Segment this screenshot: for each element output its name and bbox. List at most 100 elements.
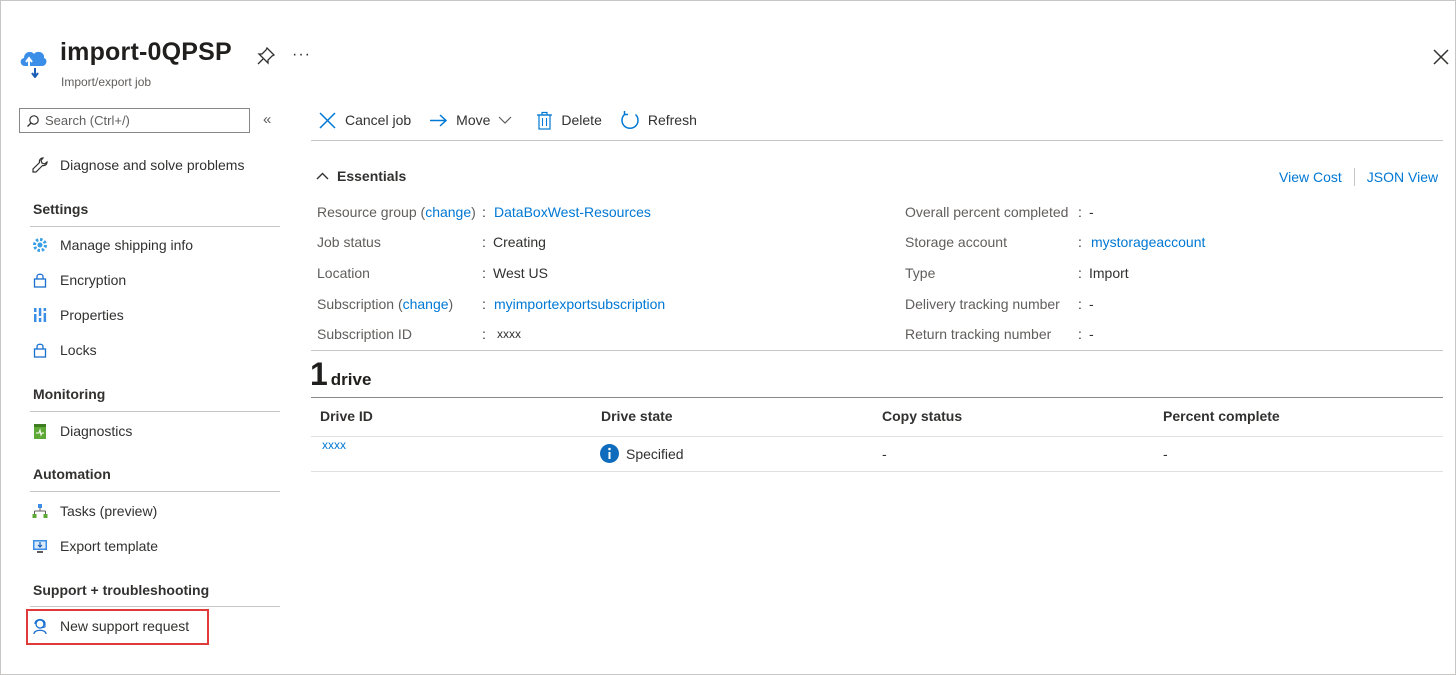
- section-support: Support + troubleshooting: [33, 582, 210, 598]
- trash-icon: [537, 111, 553, 130]
- cancel-job-button[interactable]: Cancel job: [318, 111, 411, 130]
- divider: [311, 140, 1443, 141]
- column-header-drive-id[interactable]: Drive ID: [320, 408, 373, 424]
- divider: [1353, 168, 1355, 186]
- view-cost-link[interactable]: View Cost: [1279, 169, 1342, 185]
- move-label: Move: [456, 112, 491, 128]
- colon: :: [1078, 204, 1082, 220]
- json-view-link[interactable]: JSON View: [1367, 169, 1438, 185]
- resource-group-link[interactable]: DataBoxWest-Resources: [494, 202, 651, 222]
- delete-button[interactable]: Delete: [536, 111, 602, 130]
- sidebar-item-tasks[interactable]: Tasks (preview): [30, 499, 157, 523]
- sidebar-item-diagnose[interactable]: Diagnose and solve problems: [30, 153, 244, 177]
- return-tracking-label: Return tracking number: [905, 326, 1052, 342]
- sidebar-item-diagnostics[interactable]: Diagnostics: [30, 419, 132, 443]
- essentials-toggle[interactable]: Essentials: [316, 168, 406, 184]
- collapse-sidebar-icon[interactable]: «: [263, 111, 271, 128]
- essentials-links: View Cost JSON View: [1279, 168, 1438, 186]
- sidebar-item-properties[interactable]: Properties: [30, 303, 124, 327]
- page-title: import-0QPSP: [60, 38, 232, 66]
- divider: [30, 491, 280, 492]
- arrow-right-icon: [430, 113, 448, 127]
- subscription-id-value: xxxx: [497, 327, 521, 341]
- sidebar-item-label: Manage shipping info: [60, 237, 194, 253]
- page-subtitle: Import/export job: [61, 75, 152, 89]
- type-label: Type: [905, 265, 936, 281]
- colon: :: [482, 296, 486, 312]
- job-status-label: Job status: [317, 234, 381, 250]
- chevron-up-icon: [316, 172, 329, 179]
- drive-count-label: drive: [330, 370, 372, 389]
- colon: :: [1078, 234, 1082, 250]
- section-settings: Settings: [33, 201, 89, 217]
- divider: [30, 411, 280, 412]
- refresh-icon: [621, 111, 639, 129]
- search-icon: [27, 114, 39, 127]
- delete-label: Delete: [561, 112, 602, 128]
- subscription-label-row: Subscription (change): [317, 296, 454, 312]
- location-label: Location: [317, 265, 370, 281]
- sidebar-item-locks[interactable]: Locks: [30, 338, 97, 362]
- drive-state-cell: Specified: [600, 444, 684, 463]
- divider: [311, 350, 1443, 351]
- sidebar-item-label: Export template: [60, 538, 159, 554]
- delivery-tracking-value: -: [1089, 296, 1094, 312]
- more-options-icon[interactable]: ···: [292, 46, 311, 64]
- copy-status-value: -: [882, 446, 887, 462]
- change-subscription-link[interactable]: change: [403, 296, 449, 312]
- search-input[interactable]: [45, 113, 235, 128]
- sidebar-item-encryption[interactable]: Encryption: [30, 268, 126, 292]
- close-icon: [319, 111, 336, 129]
- highlight-box: [26, 609, 209, 645]
- delivery-tracking-label: Delivery tracking number: [905, 296, 1060, 312]
- divider: [311, 471, 1443, 472]
- sidebar-item-label: Properties: [60, 307, 124, 323]
- colon: :: [1078, 296, 1082, 312]
- location-value: West US: [493, 265, 548, 281]
- divider: [30, 606, 280, 607]
- resource-group-label: Resource group: [317, 204, 417, 220]
- sidebar-item-label: Diagnostics: [60, 423, 133, 439]
- storage-account-link[interactable]: mystorageaccount: [1091, 232, 1205, 252]
- lock-icon: [30, 270, 50, 290]
- sidebar-item-label: Locks: [60, 342, 97, 358]
- colon: :: [482, 265, 486, 281]
- chevron-down-icon: [498, 116, 512, 124]
- column-header-copy-status[interactable]: Copy status: [882, 408, 962, 424]
- sidebar-item-label: Tasks (preview): [60, 503, 158, 519]
- info-icon: [600, 444, 619, 463]
- section-monitoring: Monitoring: [33, 386, 106, 402]
- sidebar-item-shipping[interactable]: Manage shipping info: [30, 233, 193, 257]
- drive-id-link[interactable]: xxxx: [322, 438, 346, 452]
- percent-completed-value: -: [1089, 204, 1094, 220]
- column-header-drive-state[interactable]: Drive state: [601, 408, 673, 424]
- return-tracking-value: -: [1089, 326, 1094, 342]
- wrench-icon: [30, 155, 50, 175]
- move-button[interactable]: Move: [429, 111, 512, 130]
- storage-account-label: Storage account: [905, 234, 1007, 250]
- refresh-label: Refresh: [647, 112, 697, 128]
- search-box[interactable]: [19, 108, 250, 133]
- export-template-icon: [30, 536, 50, 556]
- type-value: Import: [1089, 265, 1129, 281]
- sidebar-item-label: Diagnose and solve problems: [60, 157, 245, 173]
- colon: :: [1078, 265, 1082, 281]
- diagnostics-icon: [30, 421, 50, 441]
- drive-count-number: 1: [310, 356, 328, 392]
- section-automation: Automation: [33, 466, 111, 482]
- colon: :: [482, 204, 486, 220]
- divider: [30, 226, 280, 227]
- change-resource-group-link[interactable]: change: [425, 204, 471, 220]
- close-icon[interactable]: [1430, 46, 1452, 68]
- subscription-link[interactable]: myimportexportsubscription: [494, 294, 665, 314]
- import-export-cloud-icon: [20, 51, 47, 78]
- percent-completed-label: Overall percent completed: [905, 204, 1069, 220]
- column-header-percent-complete[interactable]: Percent complete: [1163, 408, 1280, 424]
- cancel-job-label: Cancel job: [345, 112, 412, 128]
- divider: [311, 436, 1443, 437]
- drive-state-value: Specified: [626, 445, 684, 462]
- refresh-button[interactable]: Refresh: [620, 110, 697, 130]
- pin-icon[interactable]: [256, 46, 276, 66]
- job-status-value: Creating: [493, 234, 546, 250]
- sidebar-item-export-template[interactable]: Export template: [30, 534, 158, 558]
